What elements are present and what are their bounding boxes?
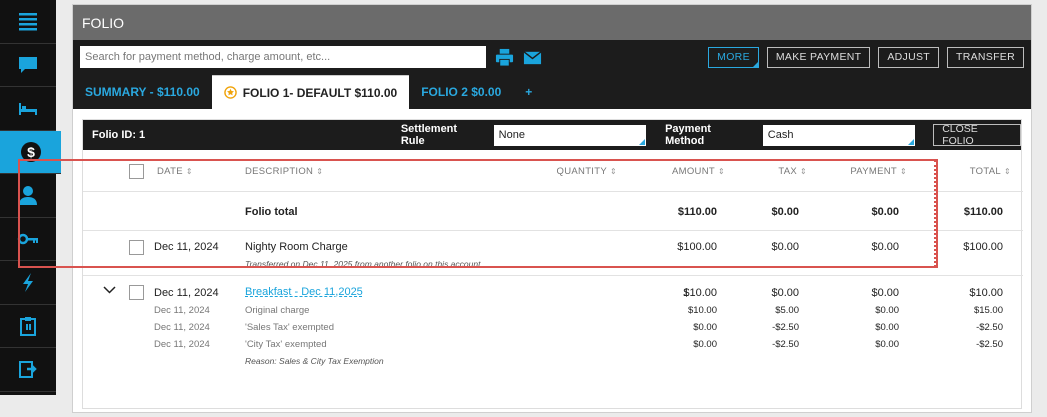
row-amount: $10.00 [683, 287, 717, 299]
folio-settings-bar: Folio ID: 1 Settlement Rule None Payment… [83, 120, 1021, 150]
tab-label: SUMMARY - $110.00 [85, 84, 200, 99]
svg-text:$: $ [27, 144, 35, 160]
transfer-button[interactable]: TRANSFER [947, 46, 1024, 68]
tab-summary[interactable]: SUMMARY - $110.00 [73, 74, 212, 109]
menu-icon [19, 13, 37, 31]
envelope-icon [523, 50, 541, 64]
tab-folio-2[interactable]: FOLIO 2 $0.00 [409, 74, 513, 109]
make-payment-button[interactable]: MAKE PAYMENT [766, 46, 871, 68]
exemption-reason: Reason: Sales & City Tax Exemption [245, 356, 384, 366]
add-folio-tab[interactable]: + [513, 74, 544, 109]
settlement-rule-value: None [498, 129, 525, 141]
settlement-rule-label: Settlement Rule [400, 123, 458, 147]
row-date: Dec 11, 2024 [154, 287, 219, 299]
detail-description: 'City Tax' exempted [245, 339, 327, 350]
sidebar-item-documents[interactable] [0, 305, 56, 348]
payment-method-select[interactable]: Cash [762, 124, 916, 146]
table-row-expanded[interactable]: Dec 11, 2024 Breakfast - Dec 11,2025 1 $… [83, 280, 1023, 385]
highlight-dotted-edge [934, 160, 936, 267]
detail-amount: $0.00 [693, 322, 717, 333]
more-button[interactable]: MORE [708, 46, 759, 68]
detail-payment: $0.00 [875, 322, 899, 333]
highlight-box [18, 159, 938, 268]
sort-icon: ⇕ [1003, 167, 1011, 176]
detail-amount: $0.00 [693, 339, 717, 350]
payment-method-value: Cash [767, 129, 794, 141]
column-total[interactable]: TOTAL ⇕ [970, 166, 1011, 177]
row-total: $100.00 [963, 241, 1003, 253]
toolbar: MORE MAKE PAYMENT ADJUST TRANSFER [73, 40, 1031, 74]
collapse-button[interactable] [103, 285, 116, 298]
tab-label: FOLIO 2 $0.00 [421, 84, 502, 99]
detail-date: Dec 11, 2024 [154, 322, 210, 333]
sidebar-item-messages[interactable] [0, 44, 56, 87]
detail-tax: -$2.50 [772, 339, 799, 350]
row-tax: $0.00 [771, 287, 799, 299]
row-payment: $0.00 [871, 287, 899, 299]
chevron-down-icon [103, 286, 116, 294]
settlement-rule-select[interactable]: None [493, 124, 647, 146]
folio-total-total: $110.00 [963, 206, 1003, 218]
lightning-icon [23, 273, 33, 293]
detail-payment: $0.00 [875, 339, 899, 350]
detail-description: Original charge [245, 305, 310, 316]
breakfast-charge-link[interactable]: Breakfast - Dec 11,2025 [245, 286, 363, 298]
tab-label: + [525, 84, 533, 99]
bed-icon [19, 103, 37, 116]
chat-icon [19, 56, 37, 73]
print-button[interactable] [494, 47, 514, 67]
adjust-button[interactable]: ADJUST [878, 46, 939, 68]
detail-total: -$2.50 [976, 339, 1003, 350]
clipboard-icon [20, 316, 36, 336]
detail-description: 'Sales Tax' exempted [245, 322, 335, 333]
tab-folio-1[interactable]: FOLIO 1- DEFAULT $110.00 [211, 75, 410, 109]
detail-tax: -$2.50 [772, 322, 799, 333]
search-input[interactable] [80, 46, 486, 68]
email-button[interactable] [522, 47, 542, 67]
tab-label: FOLIO 1- DEFAULT $110.00 [242, 85, 398, 100]
exit-icon [19, 361, 37, 379]
printer-icon [495, 48, 513, 67]
detail-payment: $0.00 [875, 305, 899, 316]
detail-date: Dec 11, 2024 [154, 305, 210, 316]
folio-id: Folio ID: 1 [92, 129, 146, 141]
detail-total: $15.00 [973, 305, 1003, 316]
sidebar-item-menu[interactable] [0, 0, 56, 44]
payment-method-label: Payment Method [665, 123, 711, 147]
sidebar-item-logout[interactable] [0, 348, 56, 392]
folio-tabs: SUMMARY - $110.00 FOLIO 1- DEFAULT $110.… [73, 74, 1031, 109]
row-total: $10.00 [969, 287, 1003, 299]
row-checkbox[interactable] [129, 285, 144, 300]
page-title: FOLIO [82, 14, 125, 31]
sidebar-item-rooms[interactable] [0, 87, 56, 131]
close-folio-button[interactable]: CLOSE FOLIO [933, 123, 1021, 147]
row-divider [83, 275, 1023, 276]
star-icon [223, 86, 237, 99]
detail-total: -$2.50 [976, 322, 1003, 333]
column-label: TOTAL [969, 166, 1001, 177]
detail-amount: $10.00 [687, 305, 717, 316]
window-title-bar: FOLIO [73, 5, 1031, 40]
detail-tax: $5.00 [775, 305, 799, 316]
detail-date: Dec 11, 2024 [154, 339, 210, 350]
